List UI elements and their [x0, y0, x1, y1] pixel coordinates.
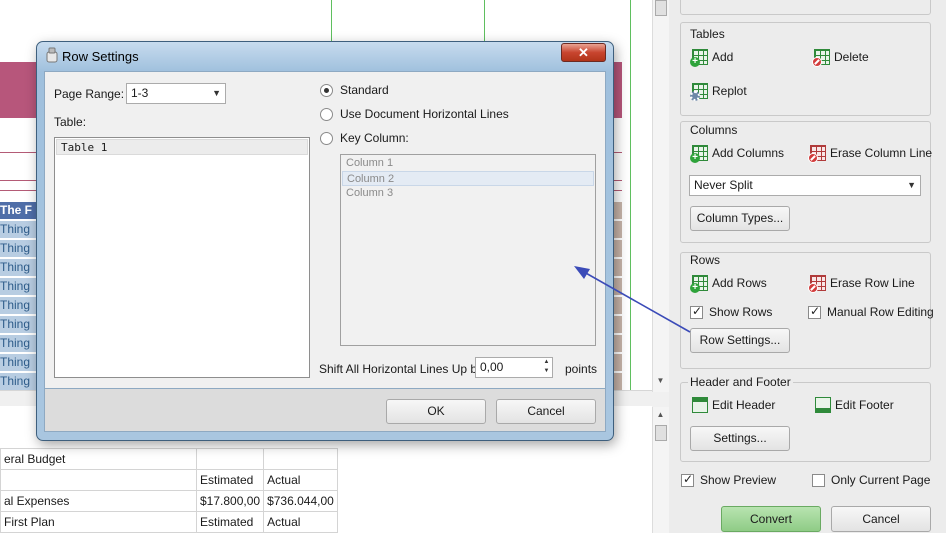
arrow-head [574, 266, 590, 279]
annotation-arrow [574, 266, 691, 333]
arrow-shaft [583, 271, 691, 333]
